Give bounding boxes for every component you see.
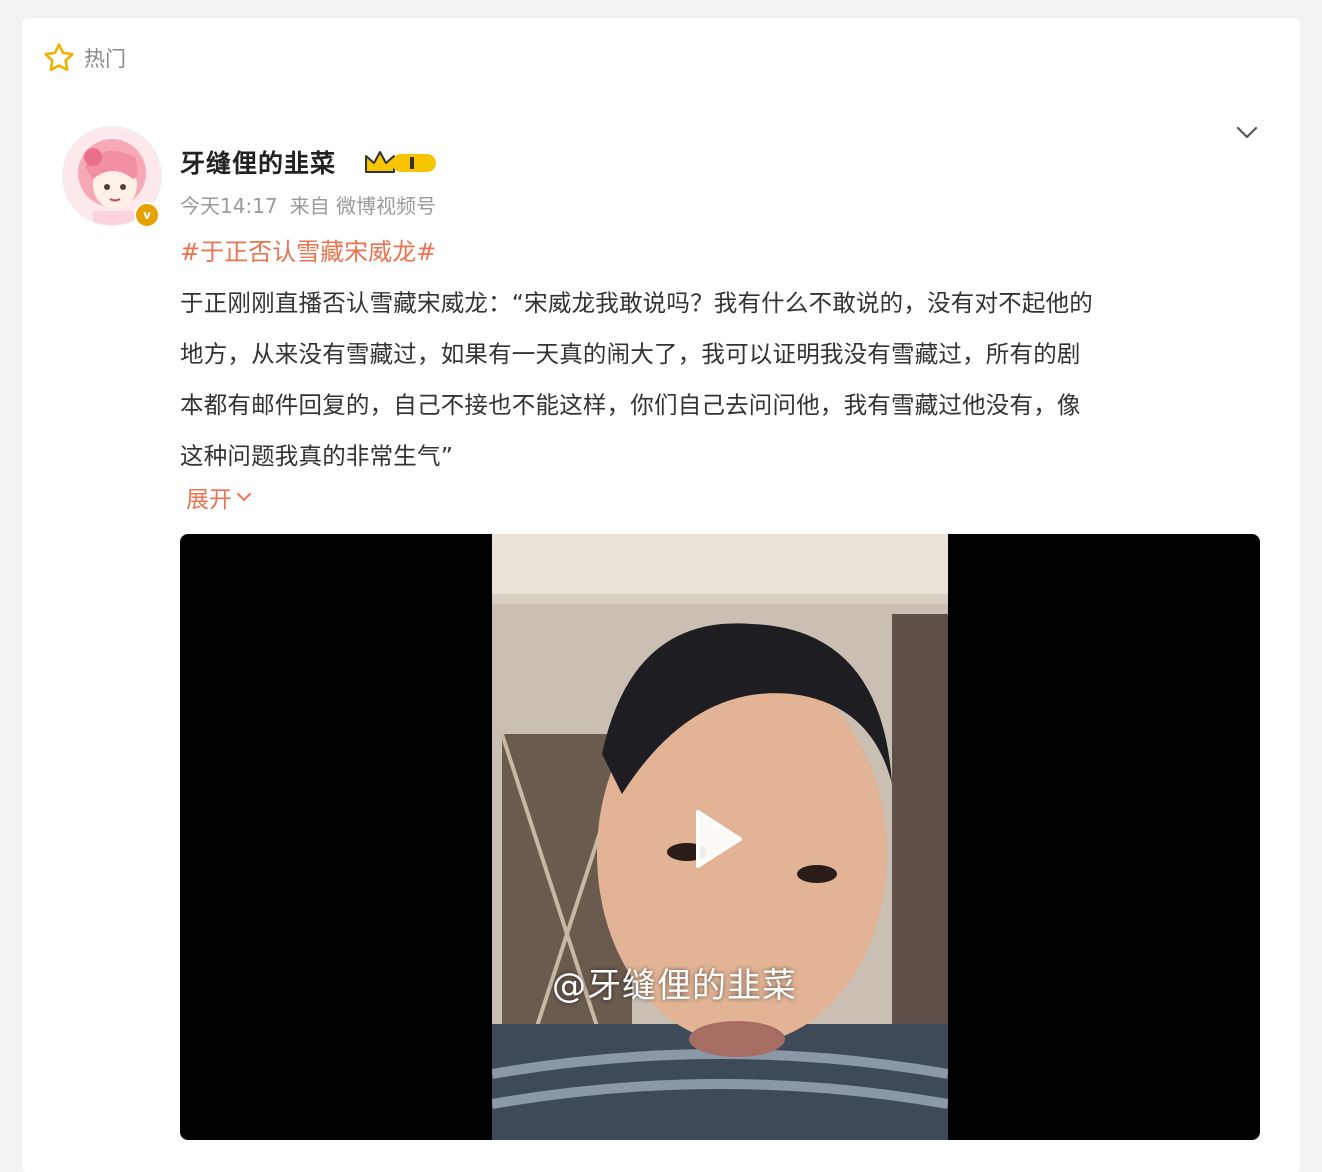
post-text-line: 这种问题我真的非常生气”: [180, 442, 454, 470]
more-options-chevron-icon[interactable]: [1232, 118, 1262, 148]
post-source: 来自 微博视频号: [289, 194, 436, 218]
author-name[interactable]: 牙缝俚的韭菜: [180, 144, 336, 180]
post-text-line: 于正刚刚直播否认雪藏宋威龙：“宋威龙我敢说吗？我有什么不敢说的，没有对不起他的: [180, 289, 1093, 317]
expand-label: 展开: [186, 487, 232, 513]
post-meta: 今天14:17 来自 微博视频号: [180, 190, 436, 219]
video-watermark: @牙缝俚的韭菜: [552, 966, 797, 1006]
expand-button[interactable]: 展开: [186, 480, 252, 514]
author-avatar-wrap[interactable]: v: [62, 126, 162, 228]
hot-label: 热门: [84, 47, 126, 71]
verified-v-icon: v: [134, 202, 160, 228]
video-player[interactable]: @牙缝俚的韭菜: [180, 534, 1260, 1140]
hot-section-header: 热门: [42, 40, 126, 76]
post-text-line: 地方，从来没有雪藏过，如果有一天真的闹大了，我可以证明我没有雪藏过，所有的剧: [180, 340, 1081, 368]
chevron-down-icon: [237, 493, 251, 502]
topic-hashtag[interactable]: #于正否认雪藏宋威龙#: [180, 232, 436, 267]
crown-vip-badge[interactable]: [362, 146, 440, 178]
post-body: 于正刚刚直播否认雪藏宋威龙：“宋威龙我敢说吗？我有什么不敢说的，没有对不起他的 …: [180, 278, 1260, 482]
play-icon[interactable]: [680, 804, 750, 874]
post-text-line: 本都有邮件回复的，自己不接也不能这样，你们自己去问问他，我有雪藏过他没有，像: [180, 391, 1081, 419]
post-time[interactable]: 今天14:17: [180, 190, 278, 219]
star-icon: [44, 43, 74, 72]
